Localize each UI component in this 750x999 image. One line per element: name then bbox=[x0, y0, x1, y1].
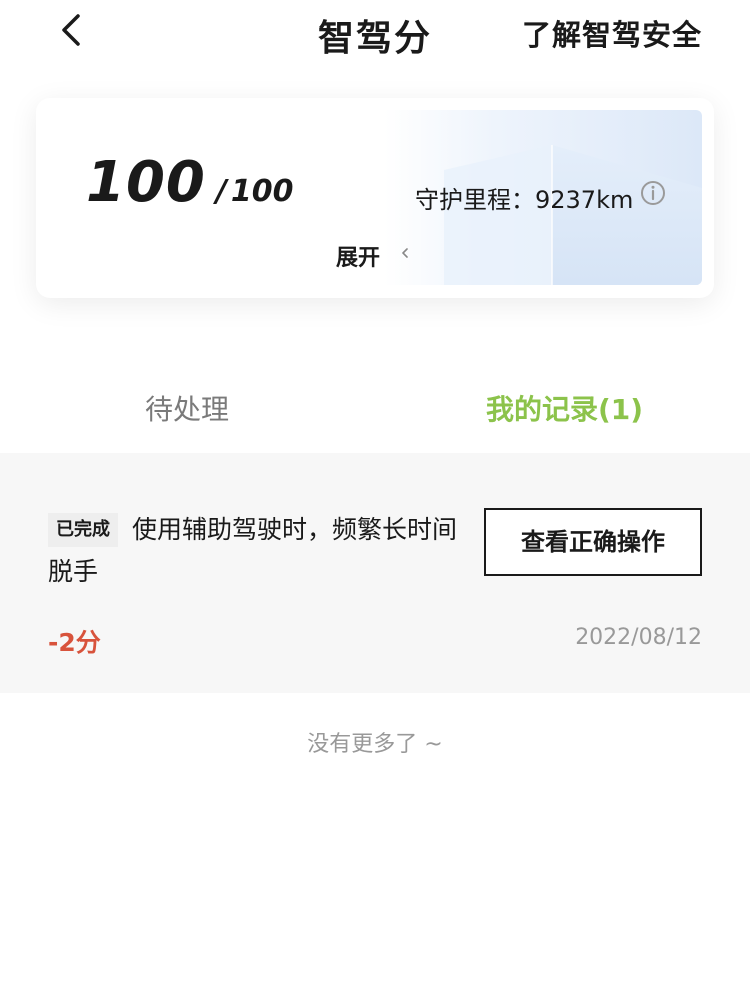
record-list: 已完成 使用辅助驾驶时，频繁长时间脱手 查看正确操作 -2分 2022/08/1… bbox=[0, 453, 750, 999]
tab-pending[interactable]: 待处理 bbox=[145, 388, 229, 428]
driving-score: 100/100 bbox=[86, 150, 294, 215]
top-bar: 智驾分 了解智驾安全 bbox=[0, 0, 750, 64]
record-description: 使用辅助驾驶时，频繁长时间脱手 bbox=[48, 515, 458, 586]
chevron-left-small-icon[interactable] bbox=[398, 243, 412, 263]
no-more-text: 没有更多了 ~ bbox=[307, 732, 443, 757]
expand-button[interactable]: 展开 bbox=[336, 240, 380, 272]
score-total: 100 bbox=[230, 174, 294, 209]
score-value: 100 bbox=[86, 150, 206, 215]
view-correct-operation-button[interactable]: 查看正确操作 bbox=[484, 508, 702, 576]
points-deducted: -2分 bbox=[48, 628, 101, 657]
tab-my-records[interactable]: 我的记录(1) bbox=[486, 388, 643, 428]
learn-safety-link[interactable]: 了解智驾安全 bbox=[522, 12, 702, 54]
score-card: 100/100 守护里程：9237km 展开 bbox=[48, 110, 702, 285]
guard-mileage: 守护里程：9237km bbox=[415, 186, 634, 214]
info-circle-icon[interactable] bbox=[640, 180, 666, 206]
score-separator: / bbox=[215, 174, 227, 209]
record-date: 2022/08/12 bbox=[575, 625, 702, 650]
list-item: 已完成 使用辅助驾驶时，频繁长时间脱手 查看正确操作 -2分 2022/08/1… bbox=[0, 453, 750, 683]
